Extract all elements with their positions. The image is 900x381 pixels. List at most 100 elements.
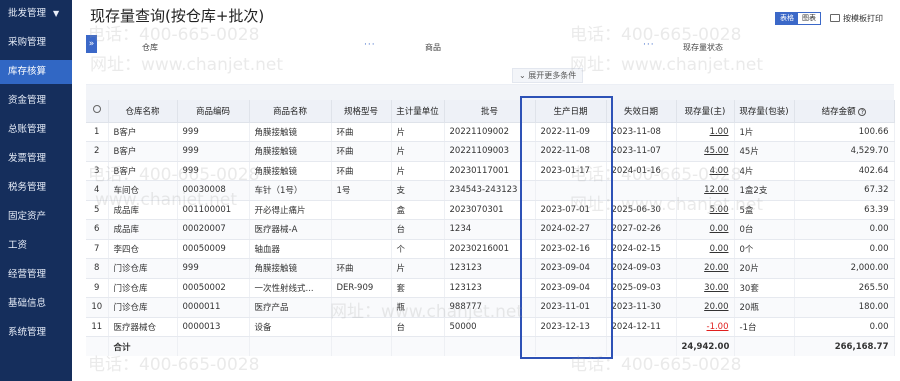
table-row[interactable]: 9 门诊仓库 00050002 一次性射线式... DER-909 套 123123 2023…: [86, 278, 895, 298]
view-table-button[interactable]: 表格: [776, 13, 798, 24]
sidebar-item-purchase[interactable]: 采购管理: [0, 31, 72, 55]
column-header-qty-main[interactable]: 现存量(主): [676, 100, 735, 123]
qty-link[interactable]: 20.00: [704, 263, 728, 273]
table-row[interactable]: 6 成品库 00020007 医疗器械-A 台 1234 2024-02-27 2027-02…: [86, 219, 895, 240]
cell-mfg-date: 2023-12-13: [535, 317, 607, 337]
printer-icon: [830, 14, 840, 22]
column-header-amount[interactable]: 结存金额 ?: [794, 100, 895, 123]
sidebar-item-funds[interactable]: 资金管理: [0, 89, 72, 113]
view-chart-button[interactable]: 图表: [798, 13, 820, 24]
column-header-code[interactable]: 商品编码: [177, 100, 250, 123]
total-cell: [86, 336, 109, 356]
amount-header-label: 结存金额: [821, 106, 856, 117]
cell-mfg-date: 2023-11-01: [535, 297, 607, 318]
sidebar-item-basic-info[interactable]: 基础信息: [0, 292, 72, 316]
cell-unit: 片: [391, 161, 445, 181]
sidebar-item-wholesale[interactable]: 批发管理 ▼: [0, 2, 72, 26]
cell-warehouse: 成品库: [108, 200, 178, 220]
cell-name: 设备: [249, 317, 332, 337]
cell-exp-date: 2023-11-07: [606, 141, 677, 162]
table-row[interactable]: 10 门诊仓库 0000011 医疗产品 瓶 988777 2023-11-01 2023-1…: [86, 297, 895, 318]
total-cell: [734, 336, 795, 356]
qty-link[interactable]: 30.00: [704, 283, 728, 293]
cell-spec: [331, 297, 392, 318]
cell-spec: DER-909: [331, 278, 392, 298]
cell-exp-date: 2025-09-03: [606, 278, 677, 298]
cell-batch: 20221109003: [444, 141, 536, 162]
cell-unit: 台: [391, 219, 445, 240]
row-number: 4: [86, 180, 109, 201]
cell-spec: [331, 317, 392, 337]
table-row[interactable]: 7 李四仓 00050009 轴血器 个 20230216001 2023-02-16 202…: [86, 239, 895, 259]
column-header-spec[interactable]: 规格型号: [331, 100, 392, 123]
qty-link[interactable]: 20.00: [704, 302, 728, 312]
template-print-button[interactable]: 按模板打印: [830, 13, 883, 24]
row-number: 1: [86, 122, 109, 142]
cell-batch: 20230216001: [444, 239, 536, 259]
qty-link[interactable]: 4.00: [710, 166, 729, 176]
cell-name: 医疗产品: [249, 297, 332, 318]
sidebar-item-ledger[interactable]: 总账管理: [0, 118, 72, 142]
column-header-mfg-date[interactable]: 生产日期: [535, 100, 607, 123]
cell-spec: [331, 200, 392, 220]
filter-product-more-button[interactable]: ···: [643, 40, 655, 50]
cell-code: 0000011: [177, 297, 250, 318]
qty-link[interactable]: 5.00: [710, 205, 729, 215]
row-number: 11: [86, 317, 109, 337]
sidebar-item-payroll[interactable]: 工资: [0, 234, 72, 258]
column-header-unit[interactable]: 主计量单位: [391, 100, 445, 123]
cell-batch: 2023070301: [444, 200, 536, 220]
chevron-down-icon: ⌄: [519, 71, 529, 80]
column-header-name[interactable]: 商品名称: [249, 100, 332, 123]
column-settings-button[interactable]: [86, 100, 109, 123]
qty-link[interactable]: 45.00: [704, 146, 728, 156]
total-cell: [535, 336, 607, 356]
table-row[interactable]: 5 成品库 001100001 开必得止痛片 盒 2023070301 2023-07-01…: [86, 200, 895, 220]
cell-mfg-date: 2023-07-01: [535, 200, 607, 220]
qty-link[interactable]: 12.00: [704, 185, 728, 195]
table-row[interactable]: 2 B客户 999 角膜接触镜 环曲片 20221109003 2022-11-08 2023…: [86, 141, 895, 162]
filter-warehouse-more-button[interactable]: ···: [364, 40, 376, 50]
expand-more-conditions-button[interactable]: ⌄ 展开更多条件: [512, 68, 584, 83]
table-row[interactable]: 3 B客户 999 角膜接触镜 环曲片 20230117001 2023-01-17 2024…: [86, 161, 895, 181]
table-body: 1 B客户 999 角膜接触镜 环曲片 20221109002 2022-11-09 2023…: [86, 122, 895, 356]
cell-qty-main: 30.00: [676, 278, 735, 298]
cell-code: 0000013: [177, 317, 250, 337]
cell-amount: 265.50: [794, 278, 895, 298]
qty-link[interactable]: 0.00: [710, 244, 729, 254]
sidebar-item-fixed-assets[interactable]: 固定资产: [0, 205, 72, 229]
sidebar-item-operations[interactable]: 经营管理: [0, 263, 72, 287]
cell-exp-date: 2024-12-11: [606, 317, 677, 337]
table-row[interactable]: 8 门诊仓库 999 角膜接触镜 环曲片 123123 2023-09-04 2024-09-…: [86, 258, 895, 279]
sidebar-item-inventory[interactable]: 库存核算: [0, 60, 72, 84]
total-row: 合计 24,942.00 266,168.77: [86, 336, 895, 356]
collapse-filter-button[interactable]: »: [86, 35, 97, 53]
column-header-exp-date[interactable]: 失效日期: [606, 100, 677, 123]
cell-name: 医疗器械-A: [249, 219, 332, 240]
sidebar-item-system[interactable]: 系统管理: [0, 321, 72, 345]
column-header-batch[interactable]: 批号: [444, 100, 536, 123]
cell-spec: 环曲: [331, 141, 392, 162]
cell-amount: 0.00: [794, 317, 895, 337]
qty-link[interactable]: -1.00: [707, 322, 729, 332]
sidebar-item-tax[interactable]: 税务管理: [0, 176, 72, 200]
table-row[interactable]: 1 B客户 999 角膜接触镜 环曲片 20221109002 2022-11-09 2023…: [86, 122, 895, 142]
sidebar-item-invoice[interactable]: 发票管理: [0, 147, 72, 171]
total-cell: [177, 336, 250, 356]
cell-spec: [331, 219, 392, 240]
cell-batch: 123123: [444, 258, 536, 279]
column-header-qty-pack[interactable]: 现存量(包装): [734, 100, 795, 123]
help-icon[interactable]: ?: [858, 107, 867, 116]
total-amount: 266,168.77: [794, 336, 895, 356]
gear-icon: [92, 105, 101, 114]
qty-link[interactable]: 1.00: [710, 127, 729, 137]
qty-link[interactable]: 0.00: [710, 224, 729, 234]
table-row[interactable]: 4 车间仓 00030008 车针（1号） 1号支 234543-243123 12.00 1…: [86, 180, 895, 201]
cell-batch: 50000: [444, 317, 536, 337]
column-header-warehouse[interactable]: 仓库名称: [108, 100, 178, 123]
row-number: 9: [86, 278, 109, 298]
cell-qty-pack: 1盒2支: [734, 180, 795, 201]
cell-batch: 20230117001: [444, 161, 536, 181]
table-row[interactable]: 11 医疗器械仓 0000013 设备 台 50000 2023-12-13 2024-12-…: [86, 317, 895, 337]
cell-name: 角膜接触镜: [249, 161, 332, 181]
